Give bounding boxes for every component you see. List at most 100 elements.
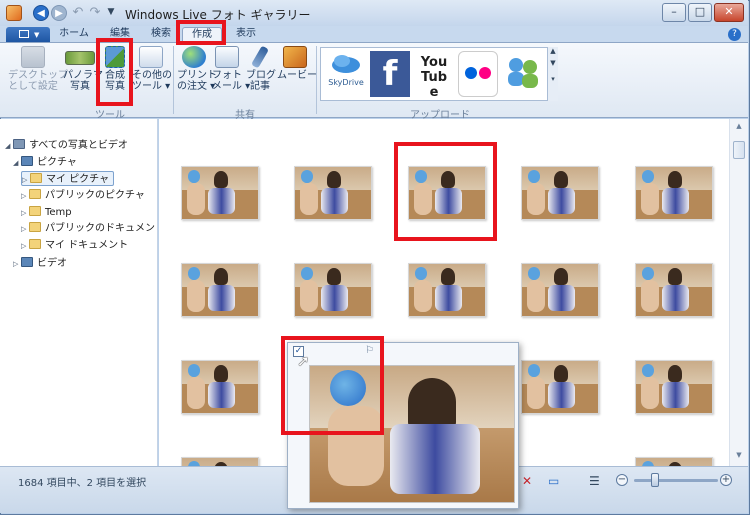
facebook-upload-button[interactable]: f (370, 51, 410, 97)
photo-thumbnail[interactable] (635, 457, 713, 466)
chevron-up-icon[interactable]: ▲ (548, 47, 558, 55)
photo-thumbnail[interactable] (635, 263, 713, 317)
scroll-down-icon[interactable]: ▼ (733, 451, 745, 463)
thumb-ball (528, 364, 541, 377)
zoom-slider[interactable] (634, 479, 718, 482)
folder-icon (30, 173, 42, 183)
tree-item-temp[interactable]: ▷ Temp (21, 205, 72, 220)
gallery-expand-icon[interactable]: ▾ (548, 75, 558, 83)
print-order-button[interactable]: プリント の注文 ▾ (177, 46, 217, 92)
messenger-upload-button[interactable] (502, 51, 544, 97)
expand-arrow-icon[interactable]: ▷ (22, 173, 30, 188)
photo-thumbnail[interactable] (635, 166, 713, 220)
zoom-slider-handle[interactable] (651, 473, 659, 487)
thumb-child-head (213, 171, 228, 188)
photo-thumbnail[interactable] (635, 360, 713, 414)
photo-thumbnail[interactable] (521, 166, 599, 220)
details-view-icon[interactable]: ☰ (589, 474, 600, 488)
redo-icon[interactable]: ↷ (87, 5, 103, 21)
tree-item-my-documents[interactable]: ▷ マイ ドキュメント (21, 238, 128, 253)
skydrive-upload-button[interactable]: SkyDrive (324, 51, 368, 97)
thumb-ball (188, 267, 201, 280)
photo-thumbnail[interactable] (521, 263, 599, 317)
thumb-child-body (661, 381, 690, 408)
tree-item-pictures[interactable]: ◢ ピクチャ (13, 155, 77, 170)
scroll-up-icon[interactable]: ▲ (733, 122, 745, 134)
expand-arrow-icon[interactable]: ▷ (13, 257, 21, 272)
thumb-child-head (213, 268, 228, 285)
zoom-in-button[interactable]: + (720, 474, 732, 486)
set-desktop-background-button[interactable]: デスクトップ として設定 (8, 46, 68, 92)
highlight-selected-photo (394, 142, 497, 241)
tree-item-my-pictures[interactable]: ▷ マイ ピクチャ (21, 171, 115, 188)
thumb-child-left (413, 279, 432, 312)
photo-thumbnail[interactable] (521, 360, 599, 414)
tree-item-public-pictures[interactable]: ▷ パブリックのピクチャ (21, 188, 145, 203)
photo-thumbnail[interactable] (408, 263, 486, 317)
undo-icon[interactable]: ↶ (70, 5, 86, 21)
flickr-dot (479, 67, 491, 79)
youtube-upload-button[interactable]: You Tube (414, 51, 454, 100)
flickr-upload-button[interactable] (458, 51, 498, 97)
movie-button[interactable]: ムービー (277, 46, 317, 81)
upload-gallery-scroll[interactable]: ▲ ▼ ▾ (547, 47, 558, 101)
tree-item-videos[interactable]: ▷ ビデオ (13, 256, 67, 271)
skydrive-icon (332, 55, 360, 73)
globe-print-icon (182, 46, 206, 68)
thumb-child-head (667, 171, 682, 188)
folder-icon (29, 239, 41, 249)
tree-item-public-documents[interactable]: ▷ パブリックのドキュメン (21, 221, 155, 236)
photo-thumbnail[interactable] (294, 263, 372, 317)
expand-arrow-icon[interactable]: ▷ (21, 206, 29, 221)
thumb-child-left (299, 279, 318, 312)
thumb-child-head (553, 171, 568, 188)
blog-post-button[interactable]: ブログ 記事 (246, 45, 276, 92)
panorama-button[interactable]: パノラマ 写真 (63, 46, 103, 92)
photo-thumbnail[interactable] (294, 166, 372, 220)
photo-thumbnail[interactable] (181, 263, 259, 317)
forward-arrow-icon[interactable]: ▶ (51, 5, 67, 21)
thumb-child-body (320, 284, 349, 311)
collapse-arrow-icon[interactable]: ◢ (5, 139, 13, 154)
vertical-scrollbar[interactable]: ▲ ▼ (729, 119, 748, 466)
thumb-child-body (320, 187, 349, 214)
thumb-child-head (553, 365, 568, 382)
minimize-button[interactable]: – (662, 3, 686, 22)
photo-mail-button[interactable]: フォト メール ▾ (212, 46, 250, 92)
file-menu-button[interactable]: ▼ (6, 27, 50, 42)
other-tools-button[interactable]: その他の ツール ▾ (132, 46, 172, 92)
thumb-child-body (547, 187, 576, 214)
thumb-child-left (299, 182, 318, 215)
maximize-button[interactable]: □ (688, 3, 712, 22)
thumb-child-body (661, 187, 690, 214)
collapse-arrow-icon[interactable]: ◢ (13, 156, 21, 171)
thumb-ball (188, 170, 201, 183)
quick-access-dropdown-icon[interactable]: ▼ (103, 5, 119, 21)
scrollbar-thumb[interactable] (733, 141, 745, 159)
help-icon[interactable]: ? (728, 28, 741, 41)
tree-item-all-photos[interactable]: ◢ すべての写真とビデオ (5, 138, 128, 153)
thumb-ball (188, 364, 201, 377)
expand-arrow-icon[interactable]: ▷ (21, 189, 29, 204)
tab-home[interactable]: ホーム (56, 27, 92, 42)
tab-view[interactable]: 表示 (229, 27, 263, 42)
expand-arrow-icon[interactable]: ▷ (21, 239, 29, 254)
tab-search[interactable]: 検索 (144, 27, 178, 42)
photo-thumbnail[interactable] (181, 457, 259, 466)
chevron-down-icon[interactable]: ▼ (548, 59, 558, 67)
thumb-ball (301, 267, 314, 280)
chevron-down-icon: ▼ (34, 31, 40, 39)
expand-arrow-icon[interactable]: ▷ (21, 222, 29, 237)
thumb-child-body (207, 187, 236, 214)
highlight-composite-button (96, 38, 133, 106)
back-arrow-icon[interactable]: ◀ (33, 5, 49, 21)
slideshow-icon[interactable]: ▭ (548, 474, 559, 488)
photo-thumbnail[interactable] (181, 166, 259, 220)
thumb-child-head (553, 268, 568, 285)
delete-icon[interactable]: ✕ (522, 474, 532, 488)
photo-gallery-app-icon[interactable] (6, 5, 22, 21)
thumb-child-left (640, 182, 659, 215)
photo-thumbnail[interactable] (181, 360, 259, 414)
close-button[interactable]: ✕ (714, 3, 744, 22)
zoom-out-button[interactable]: − (616, 474, 628, 486)
